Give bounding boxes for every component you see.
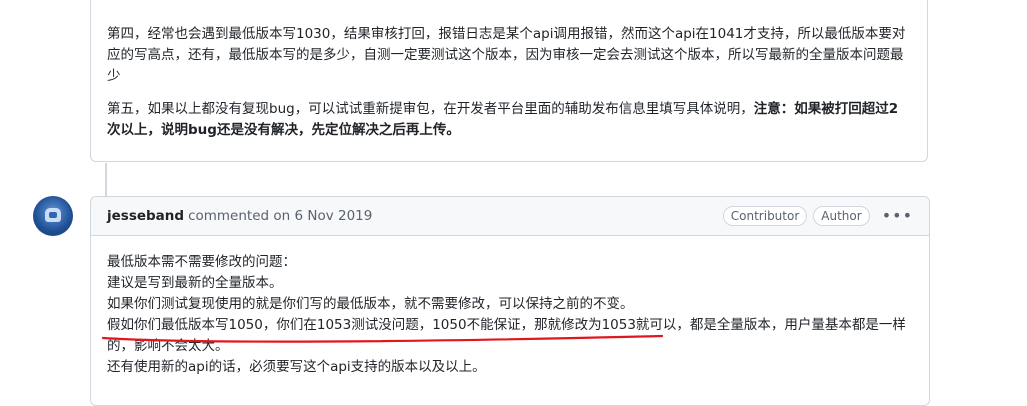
comment-line-2: 建议是写到最新的全量版本。 xyxy=(107,275,283,291)
comment-header: jesseband commented on 6 Nov 2019 Contri… xyxy=(91,197,929,236)
author-badge: Author xyxy=(813,206,870,226)
paragraph-5-text: 第五，如果以上都没有复现bug，可以试试重新提审包，在开发者平台里面的辅助发布信… xyxy=(107,101,754,117)
avatar-icon[interactable] xyxy=(33,196,73,236)
avatar-shape-detail xyxy=(49,212,57,218)
contributor-badge: Contributor xyxy=(722,206,808,226)
comment-line-1: 最低版本需不需要修改的问题： xyxy=(107,254,296,270)
comment-body: 最低版本需不需要修改的问题： 建议是写到最新的全量版本。 如果你们测试复现使用的… xyxy=(91,236,929,378)
paragraph-4: 第四，经常也会遇到最低版本写1030，结果审核打回，报错日志是某个api调用报错… xyxy=(107,26,906,84)
comment-timestamp[interactable]: commented on 6 Nov 2019 xyxy=(188,208,372,224)
comment-line-4: 假如你们最低版本写1050，你们在1053测试没问题，1050不能保证，那就修改… xyxy=(107,317,906,354)
previous-comment-body: 第四，经常也会遇到最低版本写1030，结果审核打回，报错日志是某个api调用报错… xyxy=(91,0,927,141)
paragraph-5: 第五，如果以上都没有复现bug，可以试试重新提审包，在开发者平台里面的辅助发布信… xyxy=(107,99,911,141)
timeline-connector xyxy=(105,163,107,197)
comment-line-3: 如果你们测试复现使用的就是你们写的最低版本，就不需要修改，可以保持之前的不变。 xyxy=(107,296,634,312)
kebab-menu-icon[interactable]: ••• xyxy=(882,208,913,224)
comment-line-5: 还有使用新的api的话，必须要写这个api支持的版本以及以上。 xyxy=(107,359,486,375)
author-link[interactable]: jesseband xyxy=(107,208,184,224)
previous-comment-card: 第四，经常也会遇到最低版本写1030，结果审核打回，报错日志是某个api调用报错… xyxy=(90,0,928,162)
comment-card: jesseband commented on 6 Nov 2019 Contri… xyxy=(90,196,930,406)
header-actions: Contributor Author ••• xyxy=(722,206,913,226)
